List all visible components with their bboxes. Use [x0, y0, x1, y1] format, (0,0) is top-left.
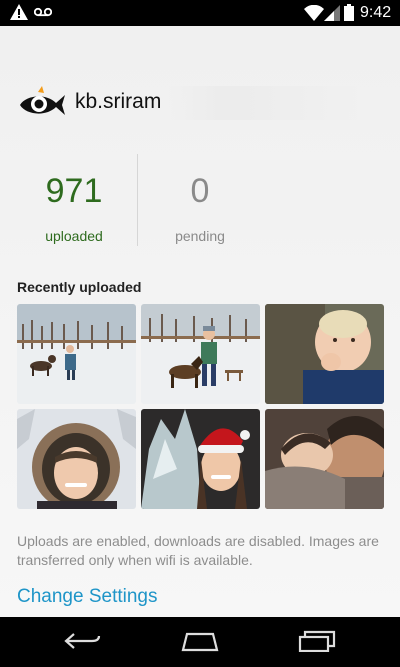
recents-icon[interactable]: [298, 630, 336, 652]
signal-icon: [324, 5, 340, 21]
account-fade: [168, 86, 358, 120]
back-icon[interactable]: [64, 630, 102, 652]
photo-father-baby[interactable]: [265, 409, 384, 509]
battery-icon: [344, 4, 354, 21]
voicemail-icon: [34, 7, 52, 17]
wifi-icon: [304, 5, 324, 21]
photo-dog-snow-1[interactable]: [17, 304, 136, 404]
pending-label: pending: [175, 228, 225, 244]
recently-uploaded-title: Recently uploaded: [17, 279, 142, 295]
fish-eye-logo: [20, 86, 65, 115]
sync-status-note: Uploads are enabled, downloads are disab…: [17, 533, 379, 568]
main-content: kb.sriram 971 uploaded 0 pending Recentl…: [0, 26, 400, 617]
pending-stat: 0 pending: [131, 174, 269, 244]
photo-baby[interactable]: [265, 304, 384, 404]
navigation-bar: [0, 617, 400, 667]
home-icon[interactable]: [181, 630, 219, 652]
uploaded-stat: 971 uploaded: [5, 174, 143, 244]
status-bar: 9:42: [0, 0, 400, 26]
photo-dog-snow-2[interactable]: [141, 304, 260, 404]
photo-grid: [17, 304, 384, 509]
warning-icon: [10, 4, 28, 20]
photo-fur-hood[interactable]: [17, 409, 136, 509]
upload-stats: 971 uploaded 0 pending: [0, 146, 400, 246]
account-username: kb.sriram: [75, 90, 162, 113]
account-row[interactable]: kb.sriram: [18, 86, 378, 120]
status-time: 9:42: [360, 4, 392, 21]
change-settings-link[interactable]: Change Settings: [17, 586, 158, 608]
pending-count: 0: [190, 172, 210, 210]
uploaded-label: uploaded: [45, 228, 103, 244]
uploaded-count: 971: [45, 172, 103, 210]
photo-santa-hat[interactable]: [141, 409, 260, 509]
